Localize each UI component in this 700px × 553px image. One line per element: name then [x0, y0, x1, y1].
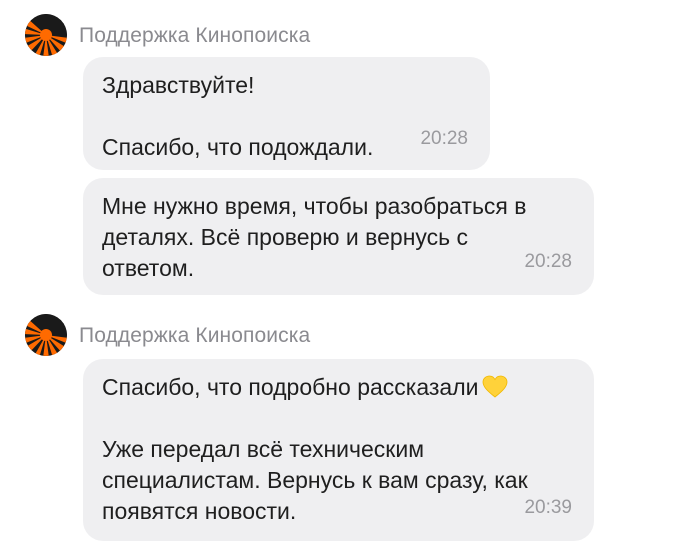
message-bubble[interactable]: Мне нужно время, чтобы разобраться в дет…: [83, 178, 594, 295]
kinopoisk-logo-icon: [25, 314, 67, 356]
avatar[interactable]: [25, 14, 67, 56]
message-text: Здравствуйте! Спасибо, что подождали.: [102, 72, 374, 160]
message-text: Спасибо, что подробно рассказали: [102, 374, 479, 400]
message-time: 20:39: [524, 497, 572, 518]
yellow-heart-icon: [483, 375, 508, 398]
message-text: Мне нужно время, чтобы разобраться в дет…: [102, 193, 533, 281]
sender-header: Поддержка Кинопоиска: [25, 14, 625, 58]
message-text: Уже передал всё техническим специалистам…: [102, 436, 528, 524]
message-bubble[interactable]: Спасибо, что подробно рассказали Уже пер…: [83, 359, 594, 541]
avatar[interactable]: [25, 314, 67, 356]
message-time: 20:28: [420, 128, 468, 149]
message-bubble[interactable]: Здравствуйте! Спасибо, что подождали. 20:…: [83, 57, 490, 170]
message-time: 20:28: [524, 251, 572, 272]
sender-name: Поддержка Кинопоиска: [79, 24, 311, 47]
kinopoisk-logo-icon: [25, 14, 67, 56]
sender-name: Поддержка Кинопоиска: [79, 324, 311, 347]
sender-header: Поддержка Кинопоиска: [25, 314, 625, 358]
